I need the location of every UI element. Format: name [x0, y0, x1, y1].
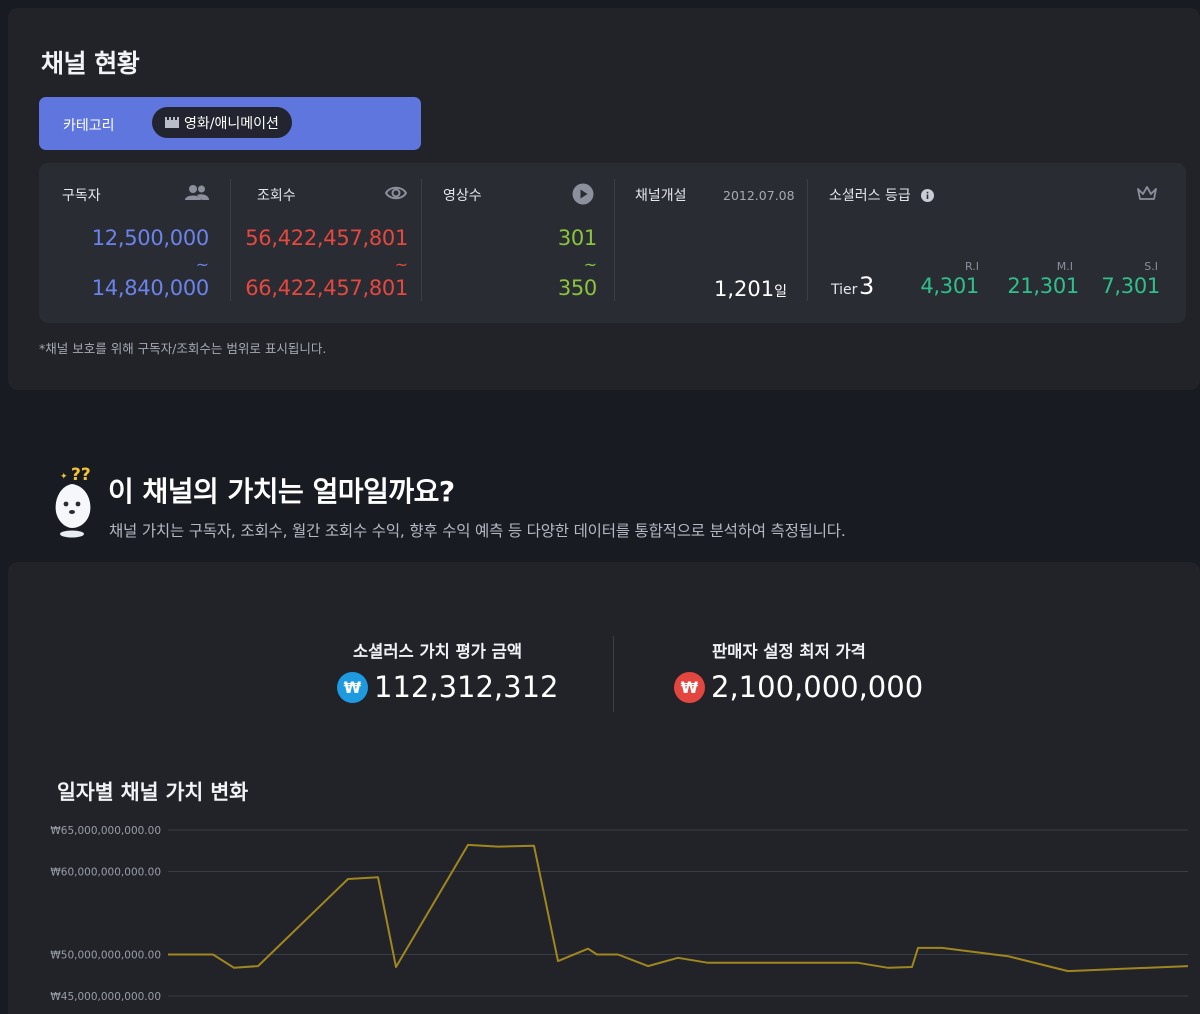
- y-tick-label: ₩50,000,000,000.00: [50, 950, 161, 962]
- value-line-chart: ₩65,000,000,000.00 ₩60,000,000,000.00 ₩50,…: [50, 825, 1189, 1003]
- y-tick-label: ₩45,000,000,000.00: [50, 991, 161, 1003]
- series-line[interactable]: [168, 843, 1189, 973]
- y-tick-label: ₩60,000,000,000.00: [50, 867, 161, 879]
- y-tick-label: ₩65,000,000,000.00: [50, 825, 161, 837]
